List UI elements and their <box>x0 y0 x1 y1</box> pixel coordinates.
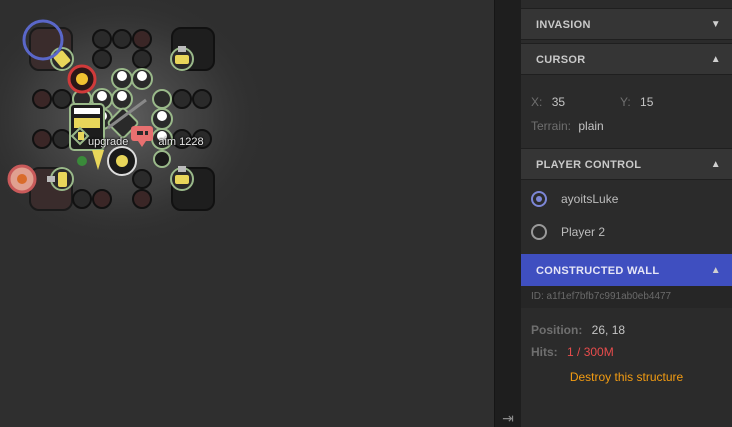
extension <box>172 89 192 109</box>
destroy-structure-button[interactable]: Destroy this structure <box>521 370 732 384</box>
cursor-x-value: 35 <box>551 95 566 109</box>
chevron-up-icon: ▲ <box>710 265 721 276</box>
side-panel: INVASION ▼ CURSOR ▲ X: 35 Y: 15 Terrain:… <box>521 0 732 427</box>
position-value: 26, 18 <box>591 323 626 337</box>
terrain-label: Terrain: <box>531 119 572 133</box>
cursor-y-label: Y: <box>620 95 631 109</box>
constructed-wall-section: ID: a1f1ef7bfb7c991ab0eb4477 Position: 2… <box>521 286 732 426</box>
extension <box>192 89 212 109</box>
panel-divider[interactable]: ⇥ <box>494 0 521 427</box>
chevron-down-icon: ▼ <box>710 19 721 30</box>
extension <box>132 189 152 209</box>
radio-unselected-icon[interactable] <box>531 224 547 240</box>
extension <box>112 29 132 49</box>
hits-label: Hits: <box>531 345 558 359</box>
room-canvas[interactable] <box>0 0 494 427</box>
extension <box>92 189 112 209</box>
section-title: CURSOR <box>536 54 586 66</box>
extension <box>132 29 152 49</box>
chevron-up-icon: ▲ <box>710 54 721 65</box>
section-title: INVASION <box>536 19 591 31</box>
extension <box>92 29 112 49</box>
extension <box>92 49 112 69</box>
extension <box>32 129 52 149</box>
extension <box>132 169 152 189</box>
position-label: Position: <box>531 323 583 337</box>
wall-id: ID: a1f1ef7bfb7c991ab0eb4477 <box>531 291 672 302</box>
extension <box>132 49 152 69</box>
wall-id-row: ID: a1f1ef7bfb7c991ab0eb4477 <box>521 286 732 308</box>
section-header-constructed-wall[interactable]: CONSTRUCTED WALL ▲ <box>521 254 732 286</box>
structure-label: upgrade aim 1228 <box>88 136 204 148</box>
game-map[interactable]: upgrade aim 1228 <box>0 0 494 427</box>
player-control-section: ayoitsLuke Player 2 <box>521 180 732 254</box>
section-header-invasion[interactable]: INVASION ▼ <box>521 8 732 40</box>
extension <box>72 189 92 209</box>
player-name: ayoitsLuke <box>561 192 619 206</box>
terrain-value: plain <box>578 119 604 133</box>
hits-value: 1 / 300M <box>567 345 614 359</box>
section-title: CONSTRUCTED WALL <box>536 265 660 277</box>
section-title: PLAYER CONTROL <box>536 159 642 171</box>
cursor-x-label: X: <box>531 95 543 109</box>
section-header-player-control[interactable]: PLAYER CONTROL ▲ <box>521 148 732 180</box>
collapse-panel-icon[interactable]: ⇥ <box>499 409 517 427</box>
extension <box>52 89 72 109</box>
extension <box>32 89 52 109</box>
extension <box>52 129 72 149</box>
radio-selected-icon[interactable] <box>531 191 547 207</box>
cursor-y-value: 15 <box>640 95 654 109</box>
chevron-up-icon: ▲ <box>710 159 721 170</box>
player-name: Player 2 <box>561 225 606 239</box>
cursor-section: X: 35 Y: 15 Terrain: plain <box>521 75 732 148</box>
section-header-cursor[interactable]: CURSOR ▲ <box>521 43 732 75</box>
